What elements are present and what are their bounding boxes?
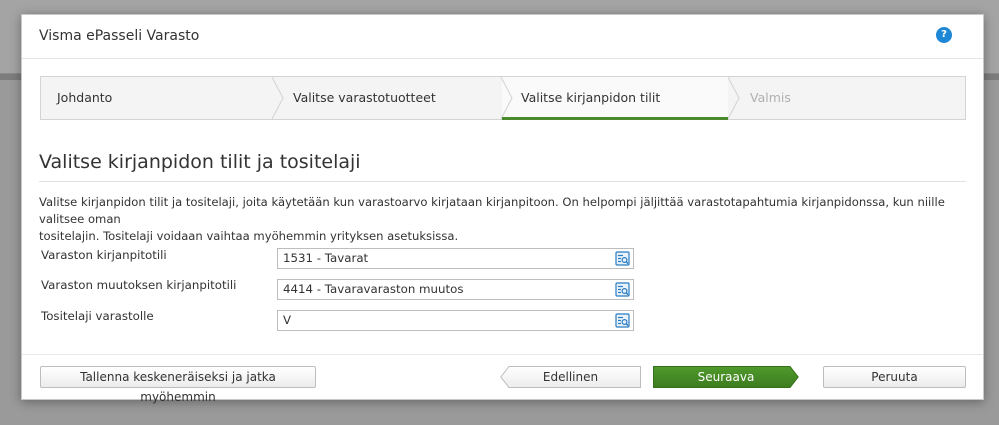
- previous-button[interactable]: Edellinen: [500, 366, 641, 388]
- varaston-muutoksen-kirjanpitotili-input[interactable]: 4414 - Tavaravaraston muutos: [277, 279, 634, 300]
- field-label-varaston-kirjanpitotili: Varaston kirjanpitotili: [41, 248, 167, 262]
- wizard-dialog: Visma ePasseli Varasto ? Johdanto Valits…: [21, 14, 984, 404]
- section-title: Valitse kirjanpidon tilit ja tositelaji: [39, 151, 361, 173]
- next-button[interactable]: Seuraava: [653, 366, 799, 388]
- field-value: 1531 - Tavarat: [283, 251, 369, 265]
- field-label-tositelaji-varastolle: Tositelaji varastolle: [41, 309, 154, 323]
- step-valmis: Valmis: [750, 90, 791, 105]
- step-valitse-kirjanpidon-tilit: Valitse kirjanpidon tilit: [521, 90, 661, 105]
- step-valitse-varastotuotteet: Valitse varastotuotteet: [293, 90, 436, 105]
- field-value: V: [283, 313, 292, 327]
- lookup-icon[interactable]: [615, 282, 630, 297]
- step-separator-icon: [500, 77, 513, 119]
- dialog-title: Visma ePasseli Varasto: [39, 28, 200, 44]
- description-line: Valitse kirjanpidon tilit ja tositelaji,…: [39, 195, 945, 226]
- wizard-steps: Johdanto Valitse varastotuotteet Valitse…: [40, 76, 966, 120]
- description-line: tositelajin. Tositelaji voidaan vaihtaa …: [39, 229, 459, 243]
- active-step-indicator: [502, 117, 728, 120]
- field-label-varaston-muutoksen-kirjanpitotili: Varaston muutoksen kirjanpitotili: [41, 278, 237, 292]
- previous-button-label: Edellinen: [542, 370, 599, 384]
- step-johdanto: Johdanto: [57, 90, 113, 105]
- field-value: 4414 - Tavaravaraston muutos: [283, 282, 464, 296]
- question-icon[interactable]: ?: [936, 27, 952, 43]
- step-separator-icon: [727, 77, 740, 119]
- cancel-button[interactable]: Peruuta: [823, 366, 966, 388]
- tositelaji-varastolle-input[interactable]: V: [277, 310, 634, 331]
- lookup-icon[interactable]: [615, 251, 630, 266]
- step-separator-icon: [271, 77, 284, 119]
- section-description: Valitse kirjanpidon tilit ja tositelaji,…: [39, 194, 969, 245]
- varaston-kirjanpitotili-input[interactable]: 1531 - Tavarat: [277, 248, 634, 269]
- dialog-header: Visma ePasseli Varasto ?: [22, 15, 983, 59]
- lookup-icon[interactable]: [615, 313, 630, 328]
- save-draft-button[interactable]: Tallenna keskeneräiseksi ja jatka myöhem…: [40, 366, 316, 404]
- section-divider: [39, 181, 966, 182]
- footer-divider: [22, 354, 983, 355]
- next-button-label: Seuraava: [697, 370, 755, 384]
